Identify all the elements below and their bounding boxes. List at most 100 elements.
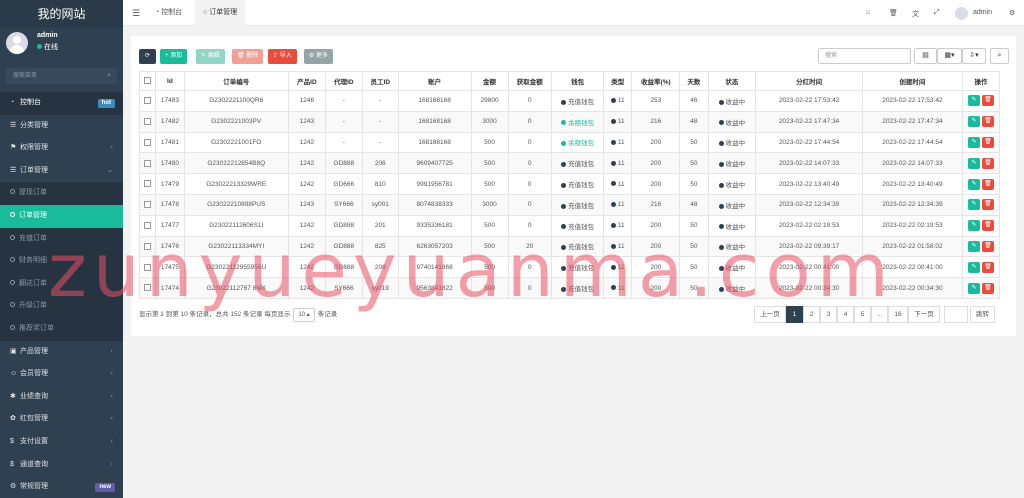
home-icon[interactable]: ⌂: [866, 9, 870, 16]
page-size-select[interactable]: 10 ▴: [293, 308, 315, 322]
refresh-button[interactable]: ⟳: [139, 49, 156, 64]
settings-icon[interactable]: ⚙: [1009, 9, 1015, 17]
column-header[interactable]: 操作: [961, 71, 1001, 91]
next-page-button[interactable]: 下一页: [908, 306, 940, 323]
columns-dropdown-button[interactable]: ▦▾: [937, 48, 962, 64]
export-dropdown-button[interactable]: ⇩▾: [962, 48, 986, 64]
row-edit-button[interactable]: ✎: [967, 240, 980, 252]
column-header[interactable]: 天数: [679, 71, 709, 91]
column-header[interactable]: 钱包: [550, 71, 605, 91]
column-header[interactable]: 订单编号: [183, 71, 289, 91]
top-avatar[interactable]: [955, 7, 968, 20]
sidebar-item-bottom-6[interactable]: ⚙ 常规管理 new: [0, 476, 123, 498]
tab-dashboard[interactable]: ◔ 控制台: [147, 0, 190, 26]
table-row[interactable]: 17475 G23022112955956U 1242 GD888 208 9740141…: [138, 256, 1001, 279]
column-header[interactable]: 产品ID: [287, 71, 326, 91]
page-button-3[interactable]: 3: [820, 306, 837, 323]
column-header[interactable]: 收益率(%): [631, 71, 681, 91]
sidebar-subitem-5[interactable]: 升级订单: [0, 295, 123, 318]
search-toggle-button[interactable]: ⌕: [990, 48, 1009, 64]
column-header[interactable]: 分红时间: [755, 71, 863, 91]
row-edit-button[interactable]: ✎: [967, 95, 980, 107]
menu-toggle-icon[interactable]: ☰: [132, 8, 140, 19]
page-button-16[interactable]: 16: [888, 306, 908, 323]
brand-title[interactable]: 我的网站: [0, 0, 123, 28]
jump-page-input[interactable]: [944, 306, 968, 323]
sidebar-subitem-1[interactable]: 订单管理: [0, 204, 123, 228]
sidebar-subitem-0[interactable]: 提现订单: [0, 182, 123, 205]
trash-icon[interactable]: 🗑: [889, 9, 898, 17]
search-icon[interactable]: ⌕: [107, 68, 111, 84]
sidebar-item-top-0[interactable]: ◔ 控制台 hot: [0, 92, 123, 115]
table-row[interactable]: 17482 G2302221003PV 1243- -168168168 3000 0 余额…: [138, 110, 1001, 133]
edit-button[interactable]: ✎ 编辑: [196, 49, 225, 64]
row-delete-button[interactable]: 🗑: [981, 282, 994, 294]
sidebar-item-bottom-2[interactable]: ✱ 业绩查询 ‹: [0, 386, 123, 409]
row-checkbox[interactable]: [144, 180, 152, 188]
row-checkbox[interactable]: [144, 138, 152, 146]
column-header[interactable]: 类型: [603, 71, 633, 91]
page-button-5[interactable]: 5: [854, 306, 871, 323]
sidebar-item-bottom-4[interactable]: $ 支付设置 ‹: [0, 431, 123, 454]
row-edit-button[interactable]: ✎: [967, 261, 980, 273]
table-row[interactable]: 17483 G2302221100QR6 1246- -168168168 29800 0…: [138, 90, 1001, 112]
row-delete-button[interactable]: 🗑: [981, 116, 994, 128]
row-checkbox[interactable]: [144, 159, 152, 167]
row-checkbox[interactable]: [144, 118, 152, 126]
column-header[interactable]: 状态: [707, 71, 757, 91]
row-checkbox[interactable]: [144, 222, 152, 230]
column-header[interactable]: 员工ID: [361, 71, 399, 91]
table-row[interactable]: 17477 G23022112606S1I 1242 GD888 201 93353361…: [138, 214, 1001, 237]
row-delete-button[interactable]: 🗑: [981, 136, 994, 148]
table-row[interactable]: 17474 G23022112767 8MX 1242 SY666 sy019 95638…: [138, 277, 1001, 299]
table-row[interactable]: 17476 G23022113334MYI 1242 GD888 825 62630572…: [138, 235, 1001, 258]
sidebar-subitem-2[interactable]: 充值订单: [0, 227, 123, 251]
top-username[interactable]: admin: [973, 9, 992, 16]
column-header[interactable]: 账户: [397, 71, 472, 91]
sidebar-search-input[interactable]: 搜索菜单 ⌕: [6, 68, 117, 84]
sidebar-subitem-6[interactable]: 推荐奖订单: [0, 317, 123, 341]
delete-button[interactable]: 🗑 删除: [232, 49, 264, 64]
row-delete-button[interactable]: 🗑: [981, 261, 994, 273]
row-delete-button[interactable]: 🗑: [981, 220, 994, 232]
tab-order-management[interactable]: ○ 订单管理: [195, 0, 246, 26]
page-button-1[interactable]: 1: [786, 306, 803, 323]
column-header[interactable]: 金额: [470, 71, 509, 91]
row-edit-button[interactable]: ✎: [967, 220, 980, 232]
row-delete-button[interactable]: 🗑: [981, 95, 994, 107]
table-row[interactable]: 17478 G23022210898PUS 1243 SY666 sy001 807483…: [138, 193, 1001, 216]
sidebar-subitem-3[interactable]: 财务明细: [0, 250, 123, 273]
table-row[interactable]: 17480 G23022212854B8Q 1242 GD888 206 96094077…: [138, 152, 1001, 175]
row-edit-button[interactable]: ✎: [967, 136, 980, 148]
row-checkbox[interactable]: [144, 201, 152, 209]
import-button[interactable]: ⇪ 导入: [268, 49, 297, 64]
table-row[interactable]: 17479 G23022213329WRE 1242 GD666 810 99919567…: [138, 173, 1001, 195]
more-button[interactable]: ⚙ 更多: [304, 49, 334, 64]
select-all-checkbox[interactable]: [144, 77, 152, 85]
row-delete-button[interactable]: 🗑: [981, 199, 994, 211]
row-checkbox[interactable]: [144, 97, 152, 105]
add-button[interactable]: + 添加: [160, 49, 188, 64]
sidebar-item-top-2[interactable]: ⚑ 权限管理 ‹: [0, 137, 123, 160]
fullscreen-icon[interactable]: ⤢: [934, 9, 940, 17]
row-edit-button[interactable]: ✎: [967, 199, 980, 211]
sidebar-item-bottom-3[interactable]: ✿ 红包管理 ‹: [0, 408, 123, 431]
sidebar-item-bottom-5[interactable]: $ 通道查询 ‹: [0, 454, 123, 477]
sidebar-item-bottom-0[interactable]: ▣ 产品管理 ‹: [0, 341, 123, 364]
sidebar-item-top-3[interactable]: ☰ 订单管理 ⌄: [0, 160, 123, 183]
table-search-input[interactable]: 搜索: [818, 48, 911, 64]
column-header[interactable]: 获取金额: [507, 71, 552, 91]
row-delete-button[interactable]: 🗑: [981, 157, 994, 169]
column-header[interactable]: 代理ID: [324, 71, 363, 91]
row-edit-button[interactable]: ✎: [967, 116, 980, 128]
toggle-view-button[interactable]: ▤: [914, 48, 937, 64]
sidebar-item-bottom-1[interactable]: ☺ 会员管理 ‹: [0, 363, 123, 386]
sidebar-subitem-4[interactable]: 翻达订单: [0, 272, 123, 296]
page-button-2[interactable]: 2: [803, 306, 820, 323]
row-edit-button[interactable]: ✎: [967, 282, 980, 294]
table-row[interactable]: 17481 G2302221001FO 1242- -168168168 500 0 余额钱…: [138, 131, 1001, 154]
row-edit-button[interactable]: ✎: [967, 157, 980, 169]
row-edit-button[interactable]: ✎: [967, 178, 980, 190]
prev-page-button[interactable]: 上一页: [754, 306, 786, 323]
jump-button[interactable]: 跳转: [970, 306, 995, 323]
